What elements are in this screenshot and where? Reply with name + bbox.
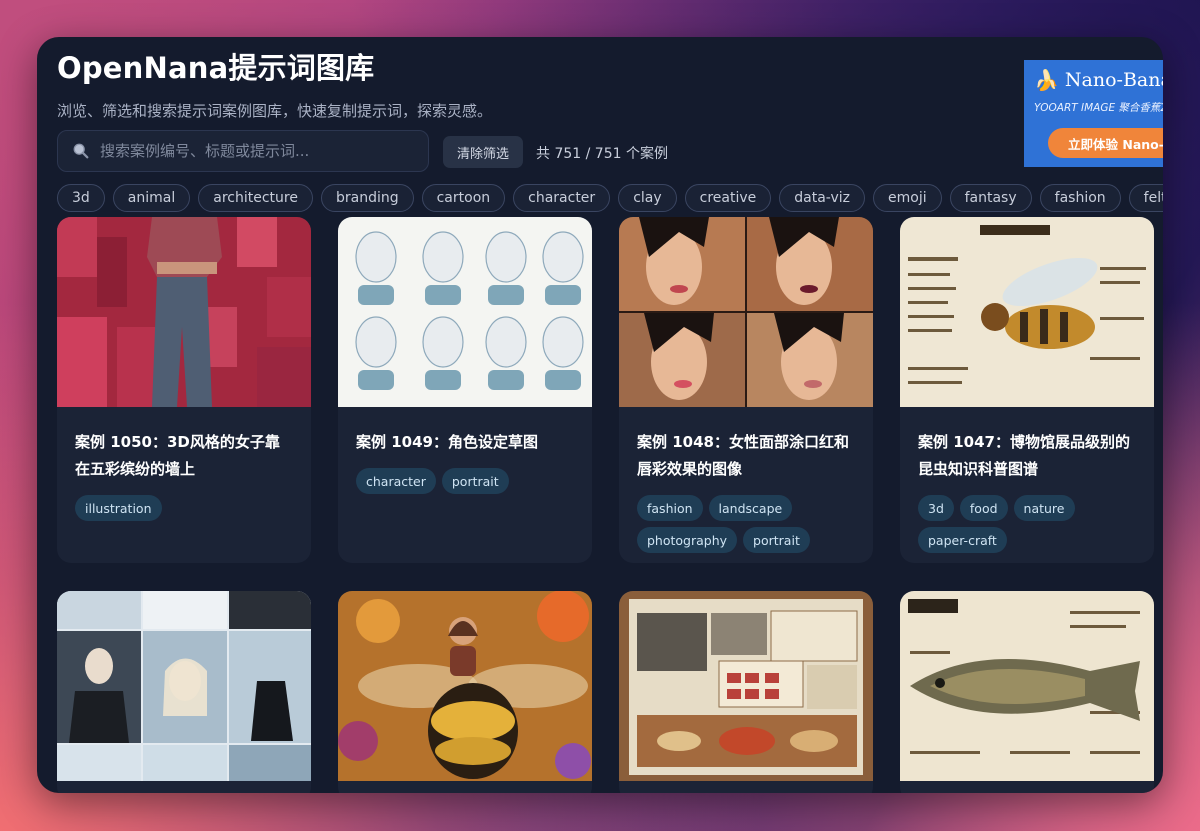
result-count: 共 751 / 751 个案例: [536, 146, 668, 162]
search-icon: [73, 143, 89, 159]
tag-filter[interactable]: emoji: [873, 184, 942, 212]
tag-filter[interactable]: clay: [618, 184, 677, 212]
tag-filter[interactable]: fantasy: [949, 184, 1032, 212]
tag-filter[interactable]: architecture: [198, 184, 313, 212]
case-tag-chip[interactable]: portrait: [743, 527, 810, 553]
case-tag-chip[interactable]: nature: [1013, 495, 1075, 521]
case-thumbnail: [900, 591, 1154, 781]
case-card[interactable]: 案例 1049：角色设定草图 character portrait: [338, 217, 592, 563]
case-title: 案例 1049：角色设定草图: [356, 433, 538, 451]
search-input[interactable]: [98, 141, 402, 161]
case-thumbnail: [900, 217, 1154, 407]
case-tag-chip[interactable]: paper-craft: [918, 527, 1007, 553]
case-card[interactable]: [619, 591, 873, 793]
case-tag-chip[interactable]: food: [959, 495, 1008, 521]
case-title: 案例 1048：女性面部涂口红和唇彩效果的图像: [637, 433, 849, 478]
tag-filter[interactable]: 3d: [57, 184, 105, 212]
case-thumbnail: [619, 217, 873, 407]
search-box[interactable]: [57, 130, 429, 172]
tag-filter-bar: 3d animal architecture branding cartoon …: [57, 184, 1163, 212]
tag-filter[interactable]: felt: [1128, 184, 1163, 212]
case-tag-chip[interactable]: photography: [637, 527, 738, 553]
case-card[interactable]: [338, 591, 592, 793]
case-card[interactable]: 案例 1048：女性面部涂口红和唇彩效果的图像 fashion landscap…: [619, 217, 873, 563]
tag-filter[interactable]: animal: [112, 184, 191, 212]
case-thumbnail: [57, 217, 311, 407]
page-subtitle: 浏览、筛选和搜索提示词案例图库，快速复制提示词，探索灵感。: [57, 102, 493, 120]
page-title: OpenNana提示词图库: [57, 51, 375, 85]
case-title: 案例 1050：3D风格的女子靠在五彩缤纷的墙上: [75, 433, 280, 478]
case-tag-chip[interactable]: landscape: [708, 495, 793, 521]
ad-title: Nano-Bana: [1064, 69, 1163, 91]
case-tag-chip[interactable]: fashion: [637, 495, 703, 521]
clear-filter-button[interactable]: 清除筛选: [443, 136, 524, 168]
case-card[interactable]: 案例 1050：3D风格的女子靠在五彩缤纷的墙上 illustration: [57, 217, 311, 563]
tag-filter[interactable]: data-viz: [779, 184, 865, 212]
case-tag-chip[interactable]: character: [356, 468, 436, 494]
tag-filter[interactable]: cartoon: [421, 184, 506, 212]
case-thumbnail: [338, 591, 592, 781]
tag-filter[interactable]: fashion: [1039, 184, 1121, 212]
case-thumbnail: [57, 591, 311, 781]
case-title: 案例 1047：博物馆展品级别的昆虫知识科普图谱: [918, 433, 1130, 478]
case-tag-chip[interactable]: 3d: [918, 495, 954, 521]
tag-filter[interactable]: creative: [684, 184, 772, 212]
banana-icon: 🍌: [1034, 68, 1059, 92]
tag-filter[interactable]: branding: [320, 184, 414, 212]
tag-filter[interactable]: character: [513, 184, 611, 212]
case-tag-chip[interactable]: portrait: [441, 468, 509, 494]
ad-subtitle: YOOART IMAGE 聚合香蕉2.: [1034, 102, 1163, 114]
ad-try-button[interactable]: 立即体验 Nano-B: [1048, 128, 1163, 158]
case-card[interactable]: [900, 591, 1154, 793]
case-thumbnail: [338, 217, 592, 407]
case-card[interactable]: [57, 591, 311, 793]
case-tag-chip[interactable]: illustration: [75, 495, 162, 521]
case-card[interactable]: 案例 1047：博物馆展品级别的昆虫知识科普图谱 3d food nature …: [900, 217, 1154, 563]
gallery-panel: OpenNana提示词图库 浏览、筛选和搜索提示词案例图库，快速复制提示词，探索…: [37, 37, 1163, 793]
case-thumbnail: [619, 591, 873, 781]
nano-banana-ad-banner[interactable]: 🍌 Nano-Bana YOOART IMAGE 聚合香蕉2. 立即体验 Nan…: [1024, 60, 1163, 167]
